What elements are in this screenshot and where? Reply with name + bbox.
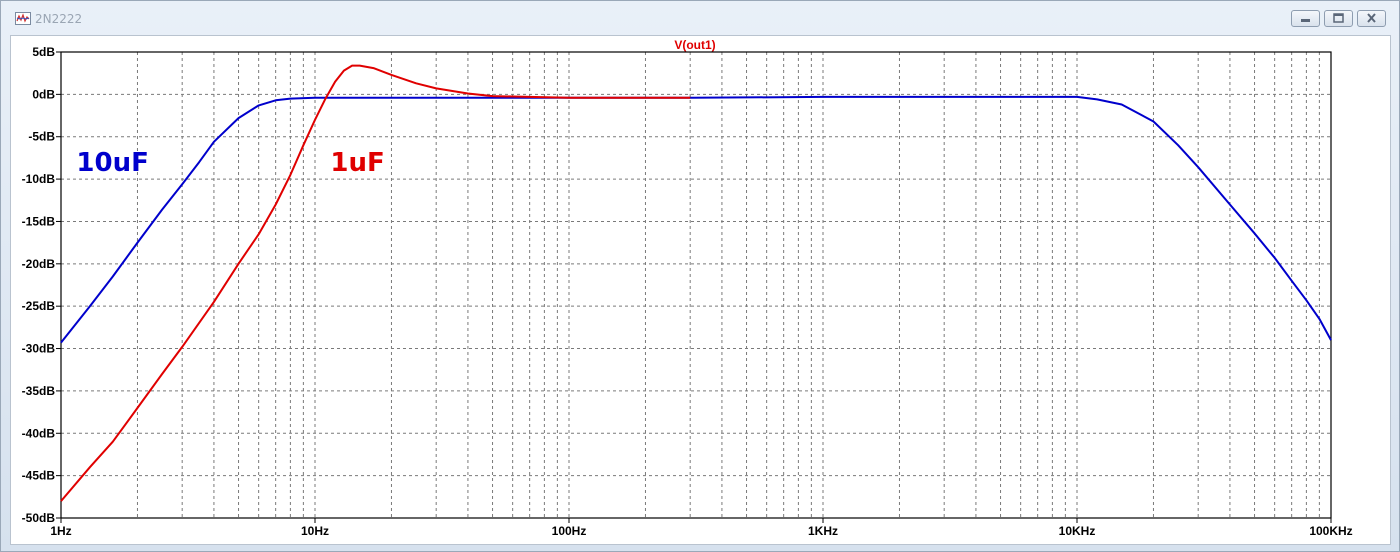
plot-title: V(out1)	[674, 38, 715, 52]
minimize-icon	[1301, 19, 1310, 22]
close-button[interactable]	[1357, 10, 1386, 27]
y-tick-label: -25dB	[22, 299, 56, 313]
plot-frame	[60, 51, 1332, 519]
bode-plot[interactable]: V(out1) 5dB 0dB -5dB -10dB -15dB -20dB -25dB -3…	[11, 36, 1390, 544]
series-line-10uF	[60, 95, 1332, 344]
restore-button[interactable]	[1324, 10, 1353, 27]
series-line-1uF	[60, 64, 691, 502]
waveform-window: 2N2222 V(out1) 5dB 0dB -5dB -10dB -15dB -20dB…	[0, 0, 1400, 552]
window-title: 2N2222	[35, 12, 83, 26]
close-icon	[1367, 13, 1376, 23]
y-tick-label: -30dB	[22, 342, 56, 356]
x-tick-label: 10KHz	[1059, 524, 1096, 538]
y-tick-label: -45dB	[22, 469, 56, 483]
title-bar[interactable]: 2N2222	[1, 1, 1399, 35]
series-traces	[60, 64, 1332, 502]
plot-pane[interactable]: V(out1) 5dB 0dB -5dB -10dB -15dB -20dB -25dB -3…	[10, 35, 1391, 545]
x-tick-label: 100Hz	[552, 524, 587, 538]
y-tick-label: 0dB	[32, 87, 55, 101]
restore-icon	[1333, 13, 1344, 23]
y-tick-label: -40dB	[22, 426, 56, 440]
y-tick-label: -35dB	[22, 384, 56, 398]
y-tick-label: -5dB	[28, 130, 55, 144]
y-tick-label: 5dB	[32, 45, 55, 59]
x-tick-label: 100KHz	[1309, 524, 1352, 538]
series-annotation-1uF: 1uF	[330, 148, 384, 178]
x-tick-label: 1KHz	[808, 524, 838, 538]
series-annotation-10uF: 10uF	[76, 148, 148, 178]
y-tick-label: -15dB	[22, 214, 56, 228]
y-tick-label: -10dB	[22, 172, 56, 186]
y-tick-label: -50dB	[22, 511, 56, 525]
minimize-button[interactable]	[1291, 10, 1320, 27]
x-tick-label: 10Hz	[301, 524, 329, 538]
x-tick-label: 1Hz	[50, 524, 71, 538]
series-annotations: 10uF 1uF	[76, 148, 384, 178]
grid	[61, 52, 1331, 518]
y-tick-label: -20dB	[22, 257, 56, 271]
waveform-plot-icon	[15, 12, 31, 25]
